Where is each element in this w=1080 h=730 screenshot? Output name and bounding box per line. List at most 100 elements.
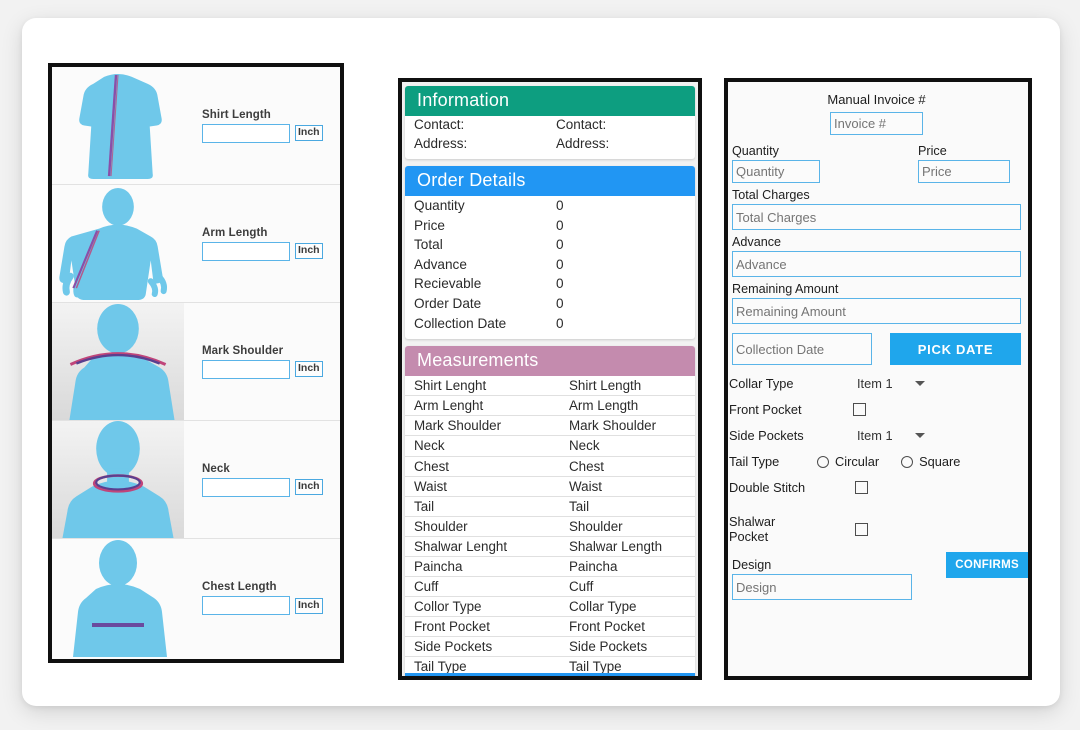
row-value: 0: [556, 276, 564, 292]
chest-length-input[interactable]: [202, 596, 290, 615]
shoulder-figure-icon: [52, 303, 184, 420]
tail-type-circular-label: Circular: [835, 454, 880, 469]
order-details-card: Order Details Quantity 0 Price 0 Total 0: [405, 166, 695, 340]
table-row: Mark Shoulder Mark Shoulder: [405, 416, 695, 437]
confirms-button[interactable]: CONFIRMS: [946, 552, 1028, 578]
front-pocket-checkbox[interactable]: [853, 403, 866, 416]
total-charges-label: Total Charges: [732, 188, 810, 202]
price-input[interactable]: [918, 160, 1010, 183]
measurement-fields: Arm Length Inch: [184, 227, 340, 261]
mark-shoulder-input[interactable]: [202, 359, 290, 379]
measurement-label: Shirt Length: [202, 108, 271, 121]
table-row: Total 0: [405, 235, 695, 255]
row-value: Chest: [569, 458, 604, 474]
table-row: Front Pocket Front Pocket: [405, 617, 695, 638]
pick-date-button[interactable]: PICK DATE: [890, 333, 1021, 365]
measurement-row-mark-shoulder: Mark Shoulder Inch: [52, 303, 340, 421]
measurement-row-neck: Neck Inch: [52, 421, 340, 539]
measurements-rows: Shirt Lenght Shirt Length Arm Lenght Arm…: [405, 376, 695, 676]
row-value: Mark Shoulder: [569, 418, 657, 434]
collection-date-input[interactable]: [732, 333, 872, 365]
summary-scroll-area[interactable]: Information Contact: Contact: Address: A…: [402, 82, 698, 676]
chest-figure-icon: [52, 539, 184, 657]
collection-date-row: PICK DATE: [732, 333, 1021, 365]
row-value: Shalwar Length: [569, 538, 663, 554]
manual-invoice-group: Manual Invoice #: [732, 92, 1021, 135]
total-charges-input[interactable]: [732, 204, 1021, 230]
information-rows: Contact: Contact: Address: Address:: [405, 116, 695, 153]
row-value: 0: [556, 198, 564, 213]
measurement-label: Chest Length: [202, 581, 277, 593]
collar-type-spinner[interactable]: Item 1: [857, 376, 925, 391]
measurement-input-line: Inch: [202, 359, 336, 379]
row-value: Collar Type: [569, 599, 637, 615]
quantity-group: Quantity: [732, 139, 820, 183]
measurement-row-arm-length: Arm Length Inch: [52, 185, 340, 303]
measurement-row-shirt-length: Shirt Length Inch: [52, 67, 340, 185]
arm-length-input[interactable]: [202, 241, 290, 261]
remaining-amount-label: Remaining Amount: [732, 282, 839, 296]
row-value: Shoulder: [569, 518, 623, 534]
table-row: Neck Neck: [405, 436, 695, 457]
measurement-input-line: Inch: [202, 477, 336, 497]
invoice-number-input[interactable]: [830, 112, 923, 135]
row-value: Contact:: [556, 117, 607, 132]
measurement-fields: Shirt Length Inch: [184, 109, 340, 143]
neck-figure-icon: [52, 421, 184, 538]
table-row: Recievable 0: [405, 274, 695, 294]
row-key: Chest: [414, 458, 449, 474]
row-key: Recievable: [414, 276, 482, 292]
tail-type-circular-option[interactable]: Circular: [817, 454, 879, 469]
row-value: Shirt Length: [569, 378, 642, 394]
row-value: Address:: [556, 135, 610, 151]
table-row: Collor Type Collar Type: [405, 597, 695, 618]
unit-inch-label[interactable]: Inch: [295, 243, 323, 259]
row-value: Cuff: [569, 579, 594, 595]
row-value: 0: [556, 256, 564, 272]
row-key: Paincha: [414, 559, 463, 574]
tail-type-label: Tail Type: [729, 454, 780, 469]
quantity-input[interactable]: [732, 160, 820, 183]
total-charges-group: Total Charges: [732, 188, 1021, 230]
row-value: Tail: [569, 498, 590, 514]
table-row: Shalwar Lenght Shalwar Length: [405, 536, 695, 557]
table-row: Quantity 0: [405, 196, 695, 216]
advance-input[interactable]: [732, 251, 1021, 277]
unit-inch-label[interactable]: Inch: [295, 361, 323, 377]
front-pocket-row: Front Pocket: [729, 402, 1021, 417]
unit-inch-label[interactable]: Inch: [295, 479, 323, 495]
measurement-fields: Mark Shoulder Inch: [184, 345, 340, 379]
row-value: Arm Length: [569, 398, 639, 414]
unit-inch-label[interactable]: Inch: [295, 597, 323, 614]
row-value: Paincha: [569, 559, 618, 574]
design-input[interactable]: [732, 574, 912, 600]
measurements-card: Measurements Shirt Lenght Shirt Length A…: [405, 346, 695, 676]
scroll-indicator[interactable]: [405, 673, 695, 676]
information-card: Information Contact: Contact: Address: A…: [405, 86, 695, 159]
double-stitch-label: Double Stitch: [729, 480, 806, 495]
order-form: Manual Invoice # Quantity Price Total Ch…: [728, 82, 1028, 600]
table-row: Chest Chest: [405, 456, 695, 477]
shalwar-pocket-label: Shalwar Pocket: [729, 514, 776, 544]
double-stitch-checkbox[interactable]: [855, 481, 868, 494]
remaining-amount-input[interactable]: [732, 298, 1021, 324]
shalwar-pocket-checkbox[interactable]: [855, 522, 868, 536]
unit-inch-label[interactable]: Inch: [295, 125, 323, 141]
advance-label: Advance: [732, 235, 782, 249]
radio-button-icon: [901, 455, 914, 468]
table-row: Shoulder Shoulder: [405, 516, 695, 537]
measurement-label: Neck: [202, 462, 230, 475]
row-key: Contact:: [414, 117, 465, 132]
side-pockets-spinner[interactable]: Item 1: [857, 428, 925, 443]
information-header: Information: [405, 86, 695, 116]
order-summary-panel: Information Contact: Contact: Address: A…: [398, 78, 702, 680]
price-group: Price: [918, 139, 1028, 183]
tail-type-square-option[interactable]: Square: [901, 454, 960, 469]
shirt-length-input[interactable]: [202, 123, 290, 143]
price-label: Price: [918, 144, 947, 158]
front-pocket-label: Front Pocket: [729, 402, 802, 417]
neck-input[interactable]: [202, 477, 290, 497]
measurement-row-chest-length: Chest Length Inch: [52, 539, 340, 657]
row-value: 0: [556, 295, 564, 311]
row-key: Collection Date: [414, 315, 507, 331]
